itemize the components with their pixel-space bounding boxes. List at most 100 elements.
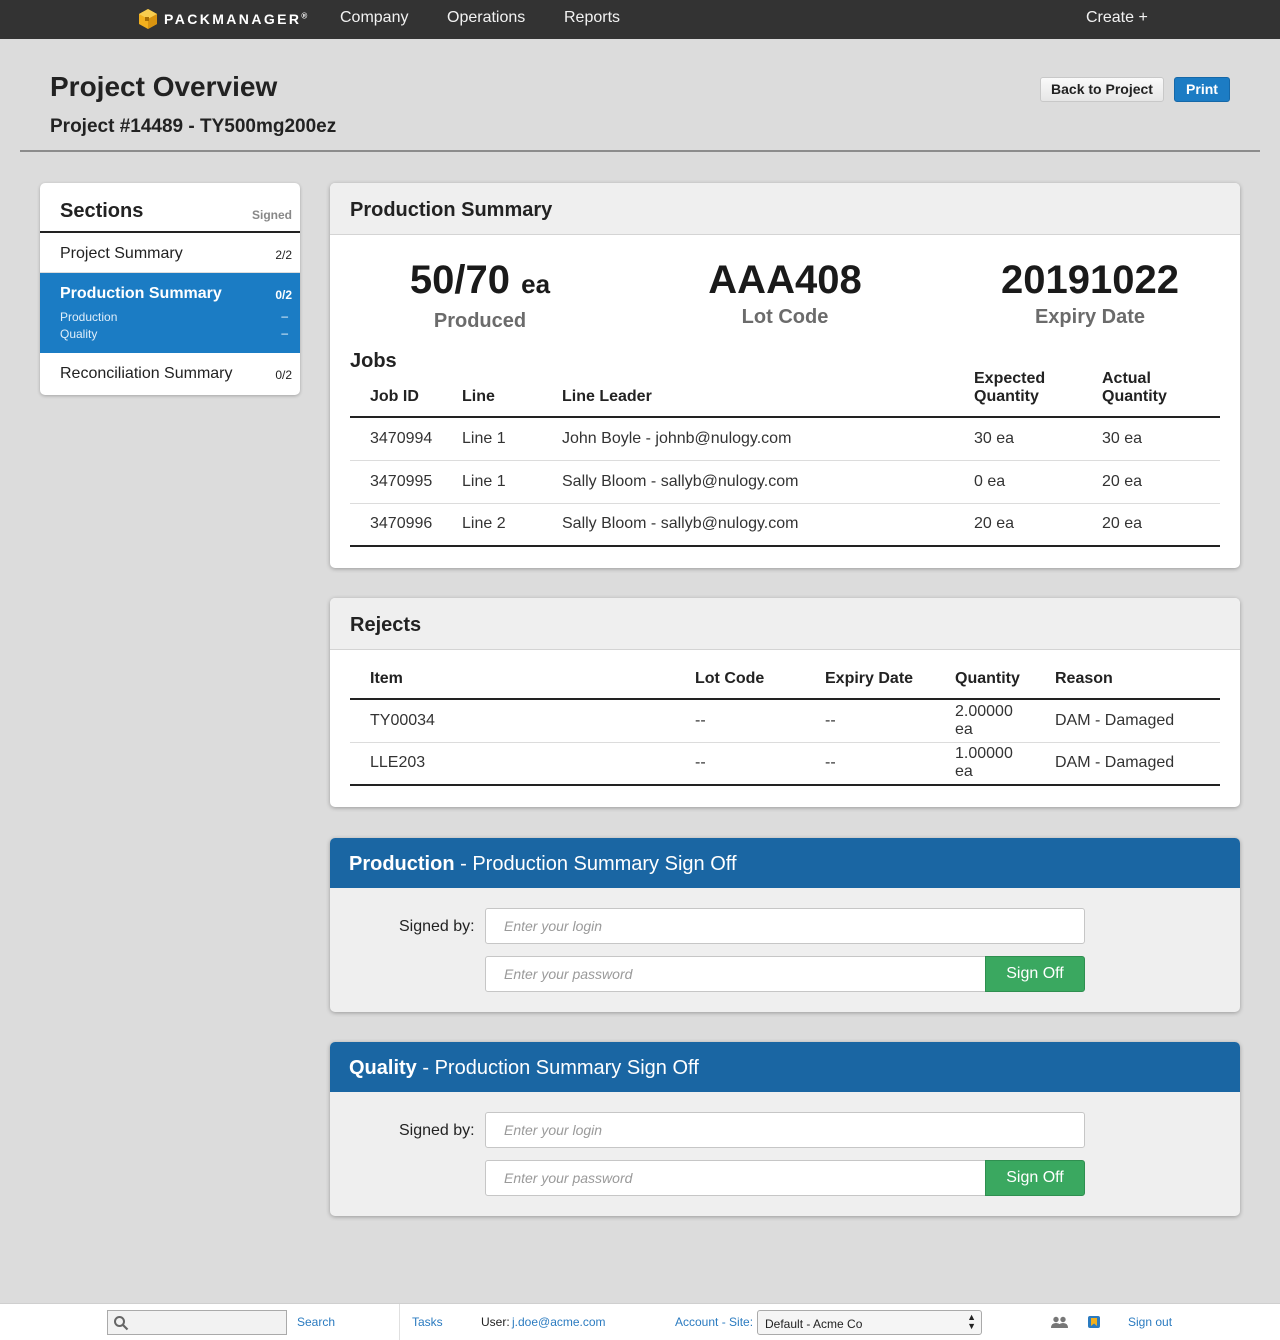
reason-cell: DAM - Damaged xyxy=(1035,741,1220,786)
site-select-value: Default - Acme Co xyxy=(765,1317,863,1331)
actual-quantity-cell: 20 ea xyxy=(1082,502,1220,547)
sections-sidebar: Sections Signed Project Summary 2/2 Prod… xyxy=(40,183,300,395)
stat-label: Expiry Date xyxy=(1034,306,1146,328)
signed-column-header: Signed xyxy=(251,208,292,222)
panel-header: Production Summary xyxy=(330,183,1240,235)
nav-company[interactable]: Company xyxy=(340,9,408,27)
line-cell: Line 1 xyxy=(462,429,506,447)
footer-search-input[interactable] xyxy=(107,1310,287,1335)
job-id-cell: 3470994 xyxy=(370,429,433,447)
column-header-job-id: Job ID xyxy=(350,366,442,418)
signed-by-label: Signed by: xyxy=(399,1122,475,1139)
signoff-header: Quality - Production Summary Sign Off xyxy=(330,1042,1240,1092)
sidebar-item-signed-count: 2/2 xyxy=(275,248,292,262)
signoff-title: Production - Production Summary Sign Off xyxy=(349,853,737,875)
actual-quantity-cell: 30 ea xyxy=(1102,429,1143,447)
signed-by-label: Signed by: xyxy=(399,918,475,935)
sidebar-item-signed-count: 0/2 xyxy=(275,288,292,302)
column-header-line: Line xyxy=(442,366,542,418)
quantity-cell: 2.00000 ea xyxy=(955,702,1013,738)
sidebar-subitem-quality[interactable]: Quality xyxy=(60,327,97,341)
footer-account-link[interactable]: Account xyxy=(675,1315,718,1329)
line-cell: Line 1 xyxy=(442,459,542,503)
signoff-title: Quality - Production Summary Sign Off xyxy=(349,1057,699,1079)
sidebar-subitem-production[interactable]: Production xyxy=(60,310,117,324)
line-leader-cell: Sally Bloom - sallyb@nulogy.com xyxy=(542,459,954,503)
production-summary-panel: Production Summary 50/70 ea Produced AAA… xyxy=(330,183,1240,568)
packmanager-logo-icon xyxy=(139,9,157,29)
sign-off-button[interactable]: Sign Off xyxy=(985,956,1085,992)
table-row: TY00034 -- -- 2.00000 ea DAM - Damaged xyxy=(350,699,1220,742)
footer-user-label: User: xyxy=(481,1315,510,1329)
column-header-item: Item xyxy=(350,668,675,700)
brand[interactable]: PACKMANAGER® xyxy=(138,8,307,30)
table-header-row: Job ID Line Line Leader Expected Quantit… xyxy=(350,366,1220,418)
brand-name: PACKMANAGER® xyxy=(164,11,308,27)
rejects-table: Item Lot Code Expiry Date Quantity Reaso… xyxy=(350,668,1220,786)
back-to-project-button[interactable]: Back to Project xyxy=(1040,77,1164,102)
expected-quantity-cell: 20 ea xyxy=(954,502,1082,547)
expiry-date-cell: -- xyxy=(805,741,935,786)
lot-code-cell: -- xyxy=(675,741,805,786)
stat-label: Lot Code xyxy=(741,306,829,328)
login-input[interactable] xyxy=(485,908,1085,944)
sidebar-item-label: Project Summary xyxy=(60,245,183,262)
sidebar-item-reconciliation-summary[interactable]: Reconciliation Summary 0/2 xyxy=(40,353,300,393)
support-icon[interactable] xyxy=(1087,1315,1101,1329)
quantity-cell: 1.00000 ea xyxy=(935,741,1035,786)
column-header-expected-quantity: Expected Quantity xyxy=(954,366,1082,418)
header-divider xyxy=(20,150,1260,152)
sidebar-subitem-status: – xyxy=(281,326,288,340)
sidebar-item-production-summary[interactable]: Production Summary 0/2 Production – Qual… xyxy=(40,273,300,353)
reason-cell: DAM - Damaged xyxy=(1055,711,1175,729)
site-select[interactable]: Default - Acme Co ▲ ▼ xyxy=(757,1310,982,1335)
footer-account-site: Account - Site: xyxy=(675,1315,754,1329)
footer-search-link[interactable]: Search xyxy=(297,1315,335,1329)
line-cell: Line 2 xyxy=(442,502,542,547)
nav-operations[interactable]: Operations xyxy=(447,9,525,27)
password-input[interactable] xyxy=(485,1160,986,1196)
login-input[interactable] xyxy=(485,1112,1085,1148)
column-header-quantity: Quantity xyxy=(935,668,1035,700)
nav-reports[interactable]: Reports xyxy=(564,9,620,27)
sidebar-subitem-status: – xyxy=(281,309,288,323)
production-signoff-panel: Production - Production Summary Sign Off… xyxy=(330,838,1240,1012)
sign-off-button[interactable]: Sign Off xyxy=(985,1160,1085,1196)
signoff-header: Production - Production Summary Sign Off xyxy=(330,838,1240,888)
line-leader-cell: John Boyle - johnb@nulogy.com xyxy=(562,429,792,447)
footer-user-email[interactable]: j.doe@acme.com xyxy=(512,1315,606,1329)
column-header-line-leader: Line Leader xyxy=(542,366,954,418)
sidebar-item-label: Production Summary xyxy=(60,285,222,302)
lot-code-stat: AAA408 Lot Code xyxy=(645,258,925,329)
sign-out-link[interactable]: Sign out xyxy=(1128,1315,1172,1329)
expiry-date-stat: 20191022 Expiry Date xyxy=(950,258,1230,329)
stat-value: 20191022 xyxy=(1001,258,1179,302)
nav-create[interactable]: Create + xyxy=(1086,9,1148,27)
line-leader-cell: Sally Bloom - sallyb@nulogy.com xyxy=(542,502,954,547)
quality-signoff-panel: Quality - Production Summary Sign Off Si… xyxy=(330,1042,1240,1216)
jobs-table: Job ID Line Line Leader Expected Quantit… xyxy=(350,366,1220,547)
produced-stat: 50/70 ea Produced xyxy=(340,258,620,333)
column-header-lot-code: Lot Code xyxy=(675,668,805,700)
users-icon[interactable] xyxy=(1051,1316,1068,1329)
print-button[interactable]: Print xyxy=(1174,77,1230,102)
expected-quantity-cell: 30 ea xyxy=(974,429,1015,447)
footer-tasks-link[interactable]: Tasks xyxy=(412,1315,443,1329)
table-row: 3470996 Line 2 Sally Bloom - sallyb@nulo… xyxy=(350,502,1220,547)
column-header-actual-quantity: Actual Quantity xyxy=(1082,366,1220,418)
expected-quantity-cell: 0 ea xyxy=(954,459,1082,503)
stat-label: Produced xyxy=(433,310,527,332)
page-title: Project Overview xyxy=(50,71,278,102)
item-cell: TY00034 xyxy=(370,711,435,729)
sidebar-item-project-summary[interactable]: Project Summary 2/2 xyxy=(40,233,300,273)
item-cell: LLE203 xyxy=(350,741,675,786)
password-input[interactable] xyxy=(485,956,986,992)
sidebar-item-label: Reconciliation Summary xyxy=(60,365,233,382)
footer-bar: Search Tasks User: j.doe@acme.com Accoun… xyxy=(0,1303,1280,1340)
table-row: LLE203 -- -- 1.00000 ea DAM - Damaged xyxy=(350,741,1220,786)
rejects-panel: Rejects Item Lot Code Expiry Date Quanti… xyxy=(330,598,1240,807)
column-header-reason: Reason xyxy=(1035,668,1220,700)
select-arrows-icon: ▲ ▼ xyxy=(967,1312,976,1331)
job-id-cell: 3470995 xyxy=(350,459,442,503)
panel-header: Rejects xyxy=(330,598,1240,650)
